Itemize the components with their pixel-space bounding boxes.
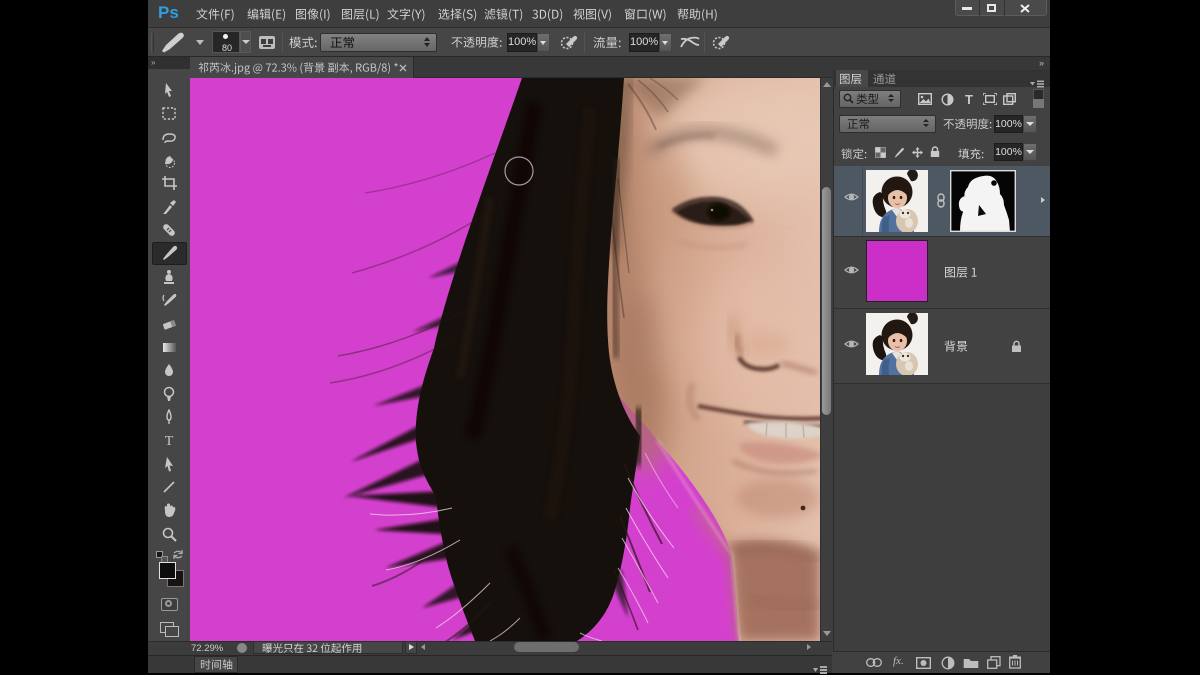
svg-text:T: T [165,434,174,449]
